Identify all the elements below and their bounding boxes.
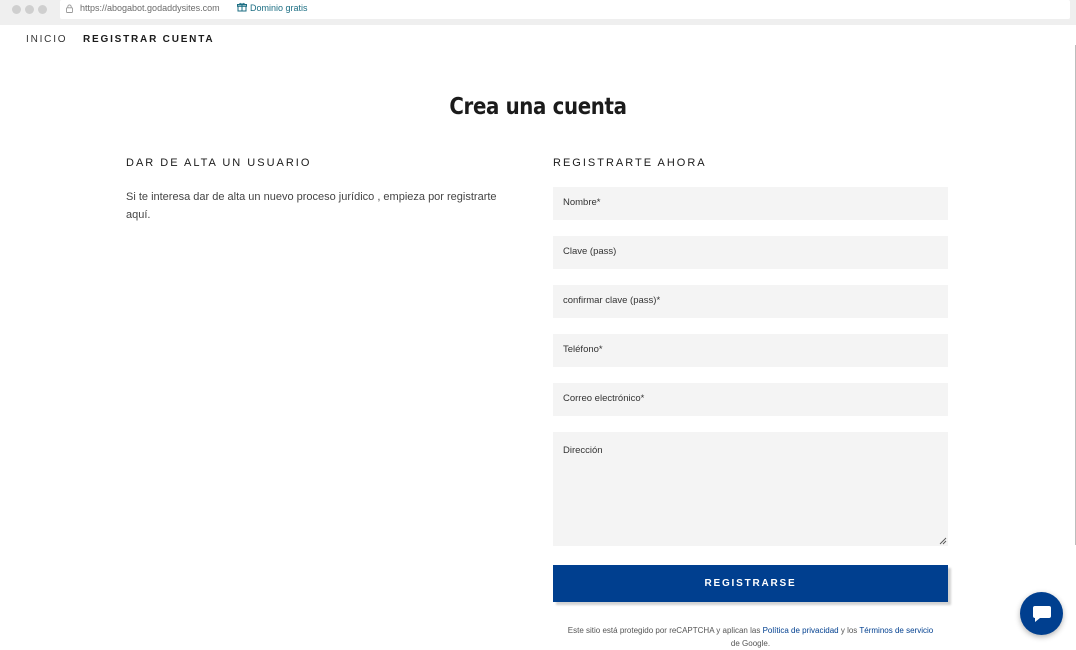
clave-field-label: Clave (pass) [563, 246, 617, 257]
address-bar[interactable]: https://abogabot.godaddysites.com Domini… [60, 0, 1070, 19]
clave-field[interactable]: Clave (pass) [553, 236, 948, 269]
telefono-field[interactable]: Teléfono* [553, 334, 948, 367]
recaptcha-prefix: Este sitio está protegido por reCAPTCHA … [567, 626, 761, 635]
nombre-field[interactable]: Nombre* [553, 187, 948, 220]
privacy-policy-link[interactable]: Política de privacidad [763, 626, 839, 635]
lock-icon [66, 4, 73, 13]
terms-of-service-link[interactable]: Términos de servicio [859, 626, 933, 635]
window-maximize-dot[interactable] [38, 5, 47, 14]
address-url: https://abogabot.godaddysites.com [80, 3, 220, 13]
nav-registrar-cuenta[interactable]: REGISTRAR CUENTA [83, 34, 214, 45]
free-domain-link[interactable]: Dominio gratis [250, 3, 308, 13]
registrarse-button[interactable]: REGISTRARSE [553, 565, 948, 602]
window-minimize-dot[interactable] [25, 5, 34, 14]
direccion-textarea[interactable]: Dirección [553, 432, 948, 546]
nav-inicio[interactable]: INICIO [26, 34, 67, 45]
chat-button[interactable] [1020, 592, 1063, 635]
confirmar-clave-field[interactable]: confirmar clave (pass)* [553, 285, 948, 318]
browser-chrome: https://abogabot.godaddysites.com Domini… [0, 0, 1076, 25]
telefono-field-label: Teléfono* [563, 344, 603, 355]
chat-bubble-icon [1032, 605, 1051, 622]
correo-field[interactable]: Correo electrónico* [553, 383, 948, 416]
correo-field-label: Correo electrónico* [563, 393, 645, 404]
recaptcha-notice: Este sitio está protegido por reCAPTCHA … [553, 624, 948, 650]
gift-icon [237, 2, 247, 12]
recaptcha-middle: y los [840, 626, 858, 635]
resize-grip-icon[interactable] [939, 537, 947, 545]
left-section-heading: DAR DE ALTA UN USUARIO [126, 157, 312, 169]
page-title: Crea una cuenta [449, 94, 627, 120]
form-heading: REGISTRARTE AHORA [553, 157, 707, 169]
nombre-field-label: Nombre* [563, 197, 601, 208]
confirmar-clave-field-label: confirmar clave (pass)* [563, 295, 661, 306]
direccion-field-label: Dirección [563, 445, 603, 456]
window-close-dot[interactable] [12, 5, 21, 14]
recaptcha-suffix: de Google. [730, 639, 771, 648]
left-section-text: Si te interesa dar de alta un nuevo proc… [126, 191, 497, 221]
